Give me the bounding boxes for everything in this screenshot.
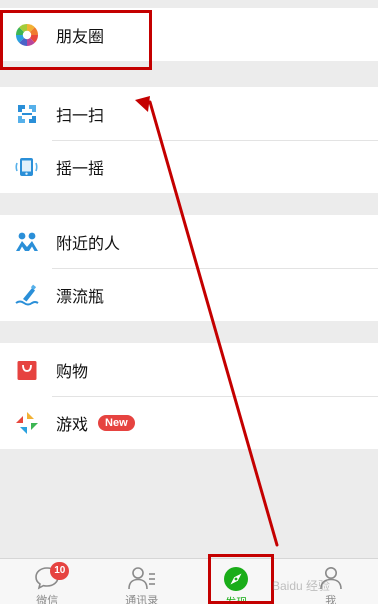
tab-label-discover: 发现 xyxy=(225,596,248,604)
group-shopping-games: 购物 游戏 New xyxy=(0,343,378,449)
menu-label-shake: 摇一摇 xyxy=(56,158,105,178)
watermark: Baidu 经验 xyxy=(271,579,330,593)
tab-discover[interactable]: 发现 xyxy=(189,559,284,604)
menu-item-shopping[interactable]: 购物 xyxy=(0,343,378,396)
unread-badge: 10 xyxy=(50,562,70,580)
top-gap xyxy=(0,0,378,8)
menu-item-shake[interactable]: 摇一摇 xyxy=(0,140,378,193)
menu-label-games: 游戏 xyxy=(56,414,89,434)
menu-item-drift-bottle[interactable]: 漂流瓶 xyxy=(0,268,378,321)
shopping-bag-icon xyxy=(14,357,40,383)
menu-item-moments[interactable]: 朋友圈 xyxy=(0,8,378,61)
drift-bottle-icon xyxy=(14,282,40,308)
menu-item-scan[interactable]: 扫一扫 xyxy=(0,87,378,140)
menu-label-drift-bottle: 漂流瓶 xyxy=(56,286,105,306)
tab-contacts[interactable]: 通讯录 xyxy=(95,559,190,604)
section-gap xyxy=(0,61,378,87)
group-nearby-bottle: 附近的人 漂流瓶 xyxy=(0,215,378,321)
games-icon xyxy=(14,410,40,436)
tab-label-contacts: 通讯录 xyxy=(125,594,159,604)
tab-label-chats: 微信 xyxy=(36,594,59,604)
scan-icon xyxy=(14,101,40,127)
tab-chats[interactable]: 10 微信 xyxy=(0,559,95,604)
shake-icon xyxy=(14,154,40,180)
menu-label-people-nearby: 附近的人 xyxy=(56,233,121,253)
new-badge: New xyxy=(98,414,135,431)
section-gap xyxy=(0,321,378,343)
moments-icon xyxy=(14,22,40,48)
section-gap xyxy=(0,193,378,215)
people-nearby-icon xyxy=(14,229,40,255)
menu-item-people-nearby[interactable]: 附近的人 xyxy=(0,215,378,268)
menu-label-moments: 朋友圈 xyxy=(56,26,105,46)
group-moments: 朋友圈 xyxy=(0,8,378,61)
group-scan-shake: 扫一扫 摇一摇 xyxy=(0,87,378,193)
chat-bubble-icon: 10 xyxy=(32,562,70,591)
menu-label-scan: 扫一扫 xyxy=(56,105,105,125)
compass-icon xyxy=(221,565,251,593)
contacts-icon xyxy=(127,565,157,591)
discover-screen: 朋友圈 扫一扫 摇一摇 附近的人 漂流瓶 购物 游戏 New 10 微信 通讯录… xyxy=(0,0,378,604)
menu-item-games[interactable]: 游戏 New xyxy=(0,396,378,449)
menu-label-shopping: 购物 xyxy=(56,361,89,381)
